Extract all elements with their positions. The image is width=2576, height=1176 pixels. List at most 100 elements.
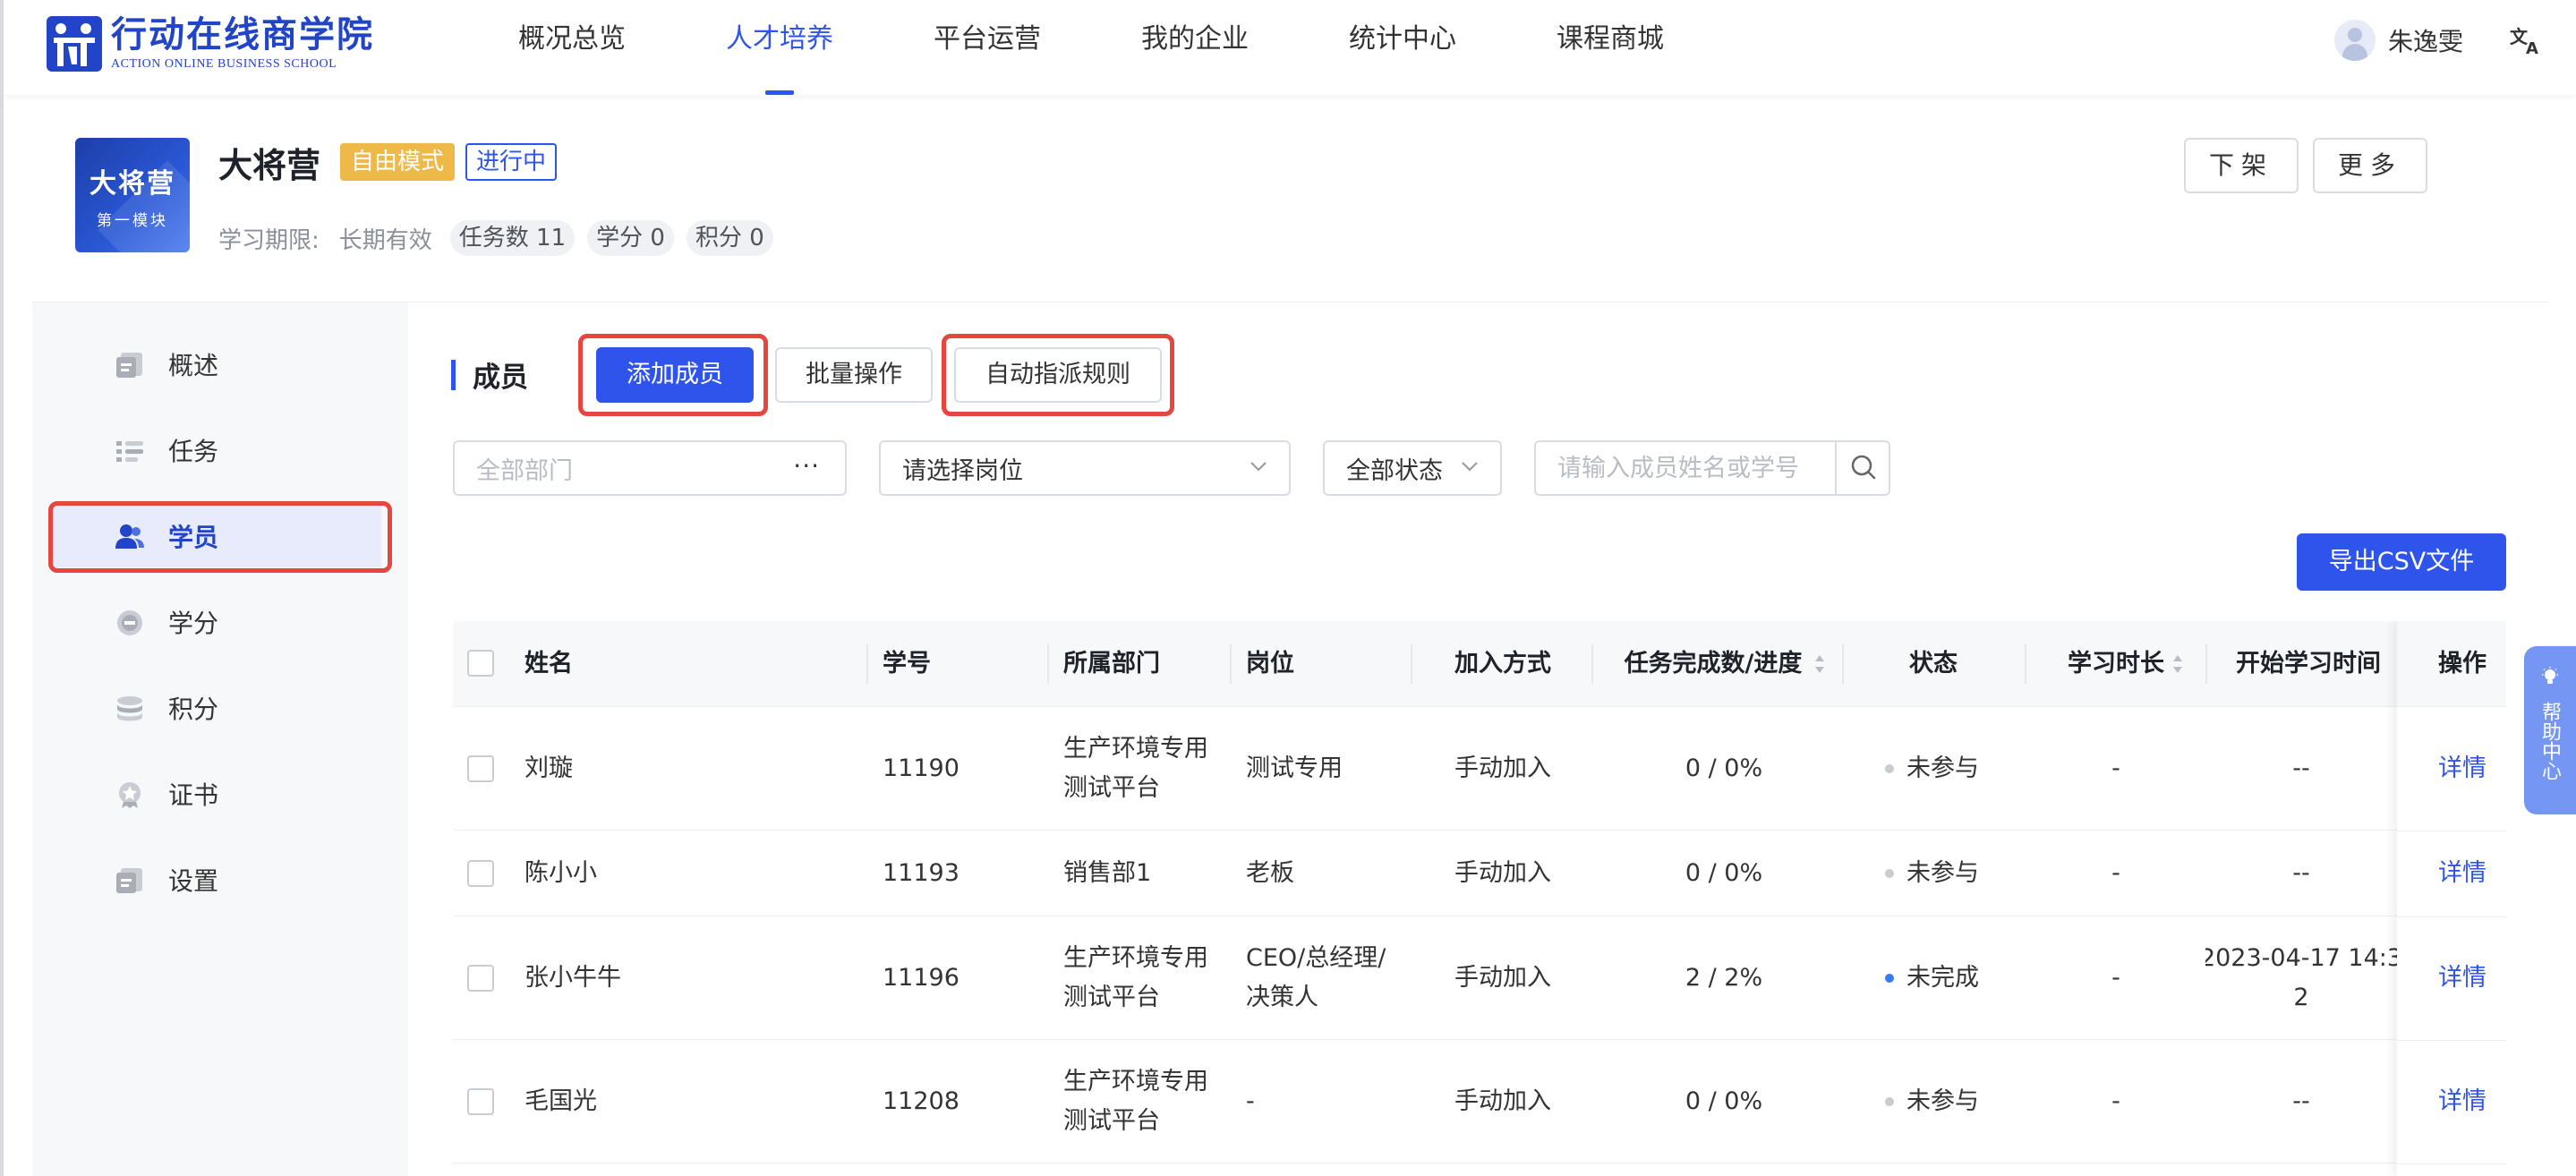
column-header-start-time: 开始学习时间 — [2236, 650, 2381, 677]
column-header-task-progress[interactable]: 任务完成数/进度 — [1608, 621, 1819, 707]
cell-position: 老板 — [1246, 859, 1294, 887]
add-member-button[interactable]: 添加成员 — [596, 347, 754, 403]
select-all-checkbox[interactable] — [467, 650, 494, 677]
column-separator — [2205, 644, 2207, 684]
sidebar-item-label: 概述 — [168, 351, 219, 380]
course-header: 大将营 第一模块 大将营 自由模式 进行中 学习期限: 长期有效 任务数 11 … — [32, 95, 2549, 303]
cell-line: 生产环境专用 — [1063, 1068, 1208, 1095]
position-select[interactable]: 请选择岗位 — [879, 440, 1291, 496]
sidebar-item-students[interactable]: 学员 — [50, 505, 381, 567]
avatar — [2334, 20, 2376, 61]
sidebar-item-label: 任务 — [168, 437, 219, 466]
cell-name: 毛国光 — [525, 1087, 597, 1115]
cell-position: CEO/总经理/ 决策人 — [1246, 916, 1386, 1040]
svg-text:A: A — [2526, 39, 2538, 57]
member-search-input[interactable] — [1536, 442, 1835, 494]
status-text: 未参与 — [1906, 1087, 1979, 1115]
department-filter[interactable]: 全部部门 ··· — [453, 440, 847, 496]
detail-link[interactable]: 详情 — [2438, 707, 2486, 831]
cell-name: 陈小小 — [525, 859, 597, 887]
detail-link[interactable]: 详情 — [2438, 1040, 2486, 1163]
users-icon — [115, 524, 144, 549]
nav-overview[interactable]: 概况总览 — [501, 0, 643, 95]
cell-student-id: 11193 — [883, 859, 960, 887]
cell-name: 刘璇 — [525, 754, 573, 782]
row-checkbox[interactable] — [467, 860, 494, 887]
sidebar-item-tasks[interactable]: 任务 — [50, 419, 381, 481]
sidebar-item-settings[interactable]: 设置 — [50, 848, 381, 911]
sidebar-item-label: 积分 — [168, 695, 219, 724]
cell-study-duration: - — [2111, 964, 2120, 992]
more-dots-icon[interactable]: ··· — [793, 451, 820, 481]
sidebar-item-overview[interactable]: 概述 — [50, 333, 381, 396]
column-header-status: 状态 — [1909, 650, 1958, 677]
export-csv-button[interactable]: 导出CSV文件 — [2297, 533, 2506, 591]
sidebar: 概述 任务 学员 学分 积分 证书 设置 — [32, 303, 408, 1176]
cell-start-time: -- — [2292, 1087, 2310, 1115]
cell-study-duration: - — [2111, 754, 2120, 782]
auto-assign-rule-button[interactable]: 自动指派规则 — [954, 347, 1162, 403]
column-header-actions: 操作 — [2438, 650, 2486, 677]
sidebar-item-certificates[interactable]: 证书 — [50, 763, 381, 825]
cell-student-id: 11190 — [883, 754, 960, 782]
status-dot — [1885, 974, 1894, 983]
department-filter-placeholder: 全部部门 — [476, 456, 573, 485]
cell-department: 生产环境专用 测试平台 — [1063, 1040, 1208, 1163]
help-center-tab[interactable]: 帮助中心 — [2524, 646, 2576, 814]
nav-statistics-center[interactable]: 统计中心 — [1332, 0, 1473, 95]
nav-my-enterprise[interactable]: 我的企业 — [1124, 0, 1266, 95]
cell-position: - — [1246, 1087, 1255, 1115]
nav-talent-training[interactable]: 人才培养 — [709, 0, 850, 95]
course-title: 大将营 — [218, 145, 321, 185]
column-header-department: 所属部门 — [1063, 650, 1160, 677]
status-dot — [1885, 1097, 1894, 1106]
member-search — [1534, 440, 1890, 496]
status-select[interactable]: 全部状态 — [1323, 440, 1502, 496]
sort-icon[interactable] — [2171, 652, 2184, 677]
translate-icon[interactable]: 文 A — [2508, 21, 2544, 57]
cell-student-id: 11208 — [883, 1087, 960, 1115]
search-button[interactable] — [1835, 442, 1889, 494]
cover-subtitle: 第一模块 — [97, 212, 168, 230]
status-text: 未参与 — [1906, 754, 1979, 782]
nav-course-mall[interactable]: 课程商城 — [1540, 0, 1681, 95]
row-checkbox[interactable] — [467, 755, 494, 782]
cell-study-duration: - — [2111, 859, 2120, 887]
table-row: 毛国光 11208 生产环境专用 测试平台 - 手动加入 0 / 0% 未参与 … — [453, 1040, 2506, 1163]
row-checkbox[interactable] — [467, 965, 494, 992]
table-row: 刘璇 11190 生产环境专用 测试平台 测试专用 手动加入 0 / 0% 未参… — [453, 707, 2506, 831]
cell-status: 未参与 — [1885, 1040, 1979, 1163]
sidebar-item-label: 设置 — [168, 866, 219, 896]
study-period-label: 学习期限: — [218, 226, 320, 254]
chevron-down-icon — [1462, 462, 1478, 472]
detail-link[interactable]: 详情 — [2438, 831, 2486, 916]
status-dot — [1885, 764, 1894, 773]
cell-line: 测试平台 — [1063, 1107, 1160, 1135]
detail-link[interactable]: 详情 — [2438, 916, 2486, 1040]
window-left-edge — [0, 0, 4, 1176]
cell-start-time: -- — [2292, 754, 2310, 782]
cell-start-time: 2023-04-17 14:3 2 — [2205, 916, 2397, 1040]
batch-operation-button[interactable]: 批量操作 — [775, 347, 933, 403]
cell-position: 测试专用 — [1246, 754, 1343, 782]
settings-icon — [116, 868, 142, 893]
column-header-position: 岗位 — [1246, 650, 1294, 677]
sidebar-item-credits[interactable]: 学分 — [50, 591, 381, 653]
column-header-join-method: 加入方式 — [1454, 650, 1551, 677]
credit-chip: 学分 0 — [587, 220, 674, 256]
sort-icon[interactable] — [1813, 652, 1826, 677]
cell-join-method: 手动加入 — [1454, 754, 1551, 782]
row-checkbox[interactable] — [467, 1088, 494, 1115]
off-shelf-button[interactable]: 下架 — [2184, 138, 2299, 193]
user-menu[interactable]: 朱逸雯 — [2334, 20, 2463, 61]
sidebar-item-points[interactable]: 积分 — [50, 677, 381, 739]
cell-student-id: 11196 — [883, 964, 960, 992]
logo[interactable]: 行动在线商学院 ACTION ONLINE BUSINESS SCHOOL — [47, 13, 374, 75]
cell-line: 生产环境专用 — [1063, 944, 1208, 972]
nav-platform-operations[interactable]: 平台运营 — [917, 0, 1058, 95]
more-button[interactable]: 更多 — [2313, 138, 2427, 193]
cell-status: 未参与 — [1885, 831, 1979, 916]
top-navigation-bar: 行动在线商学院 ACTION ONLINE BUSINESS SCHOOL 概况… — [0, 0, 2576, 95]
cell-status: 未参与 — [1885, 707, 1979, 831]
cell-task-progress: 2 / 2% — [1685, 964, 1763, 992]
